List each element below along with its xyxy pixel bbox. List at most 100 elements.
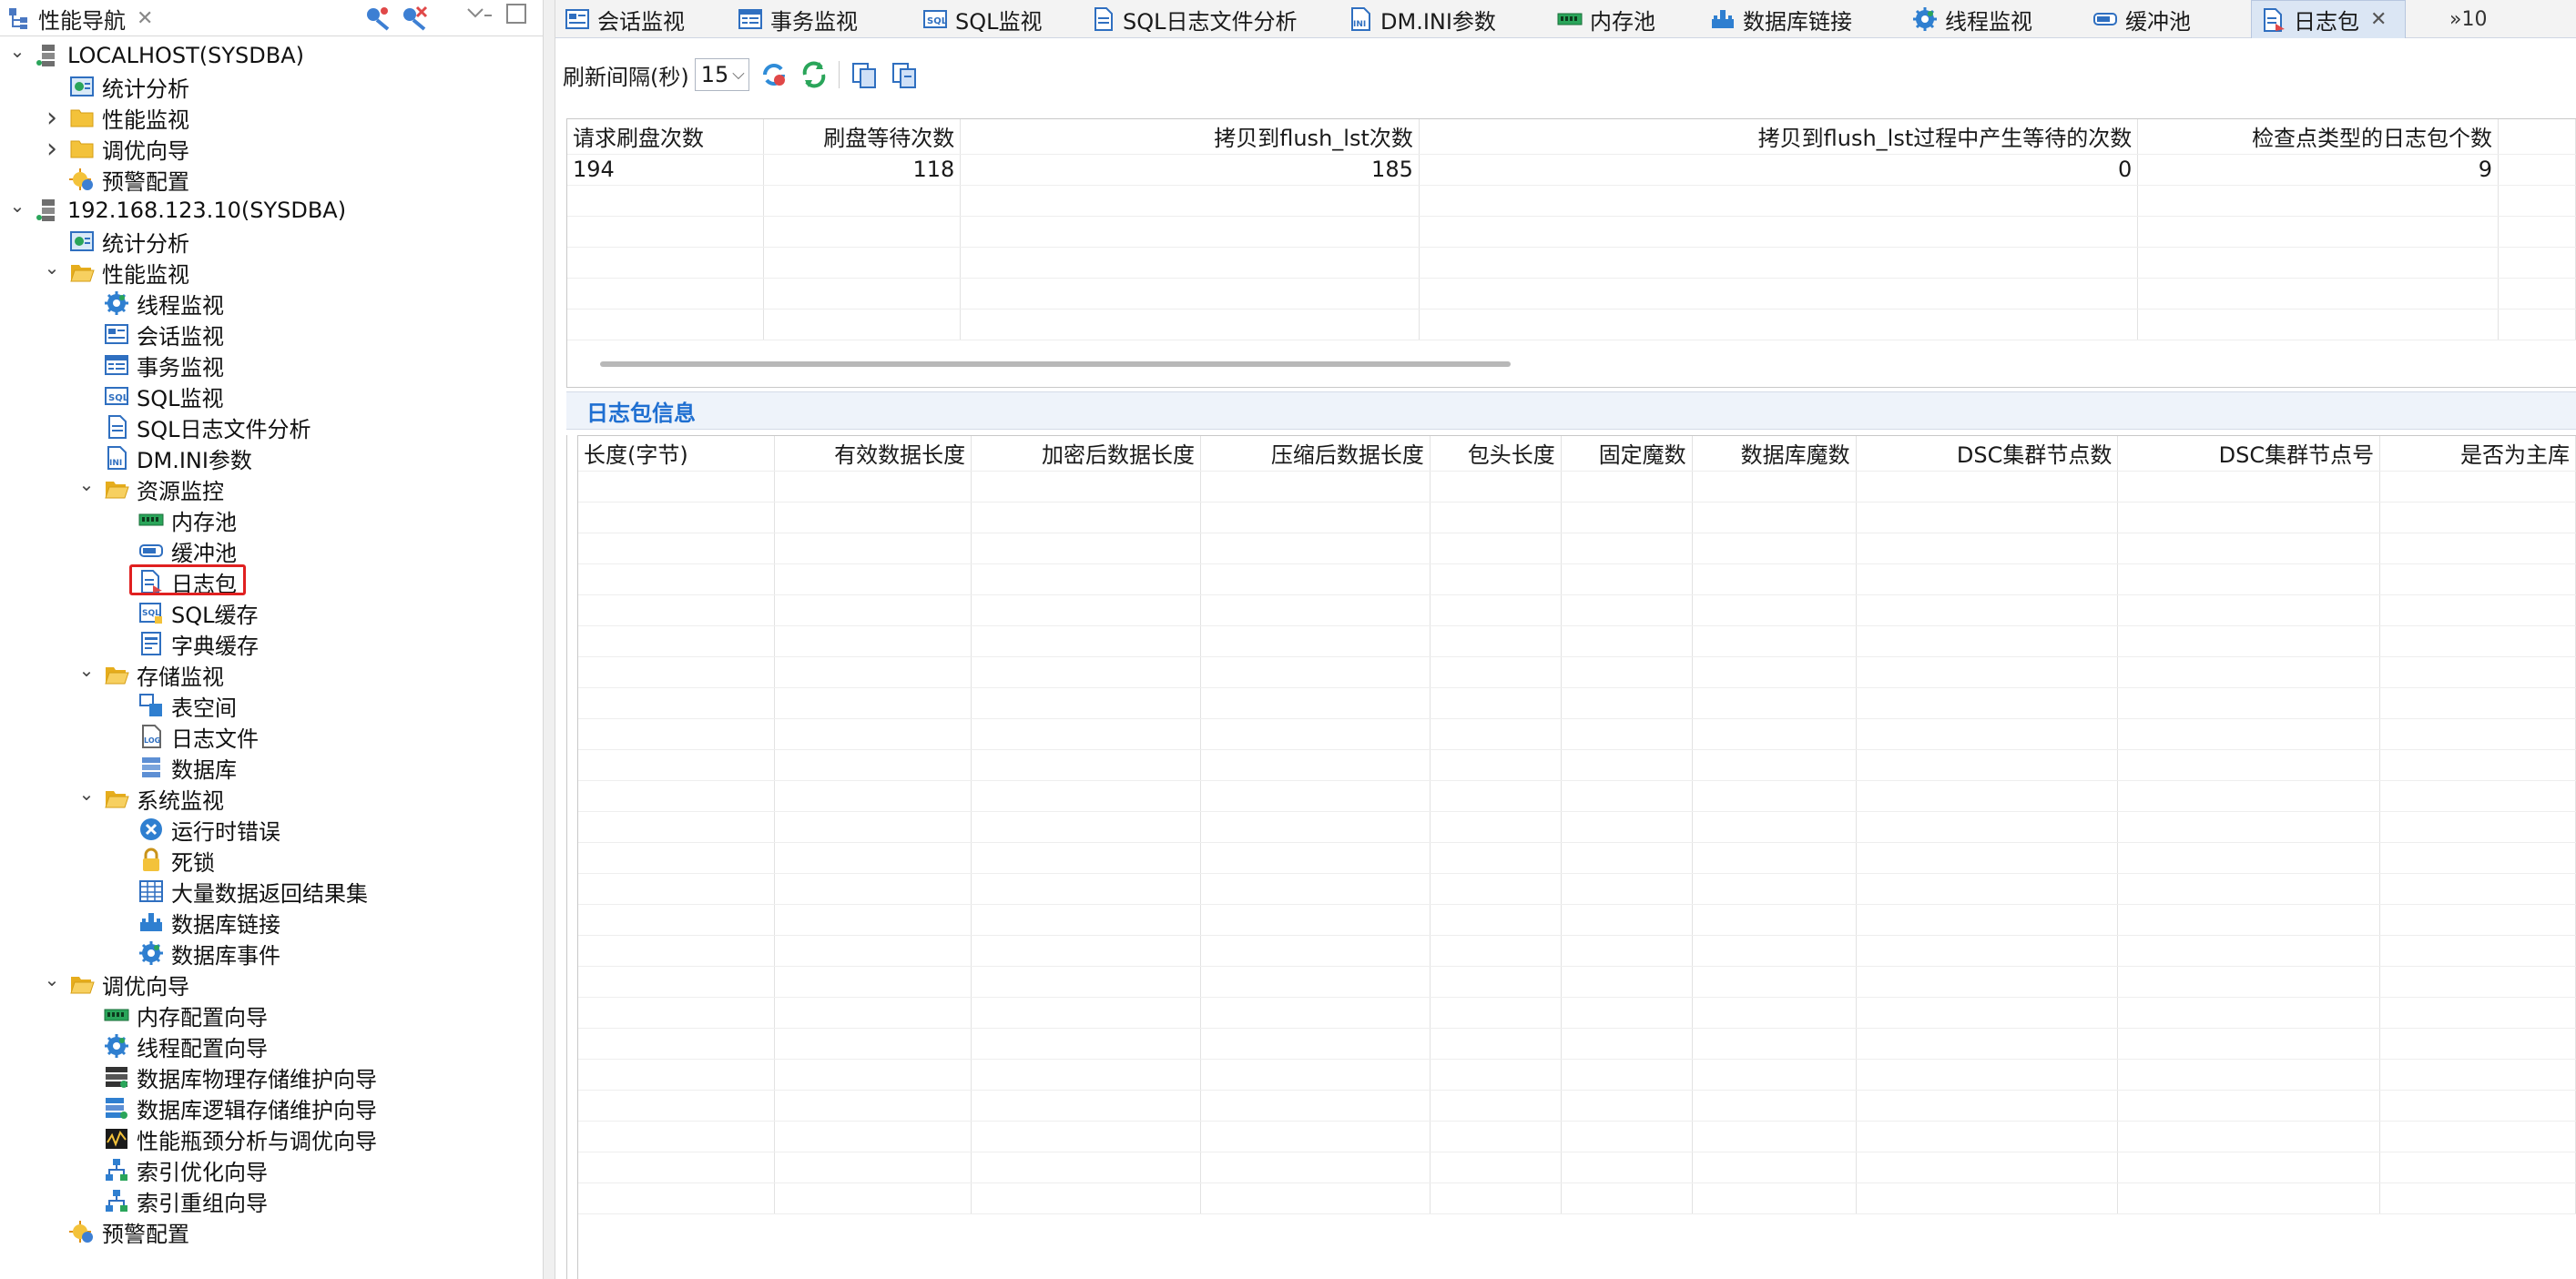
table-cell[interactable]: 185 [960,154,1420,186]
sql-icon: SQL [104,383,129,409]
refresh-button[interactable] [799,59,830,90]
column-header[interactable]: 固定魔数 [1561,436,1693,472]
tree-item[interactable]: ⌄ 资源监控 [76,473,224,504]
tree-item[interactable]: 预警配置 [42,164,189,195]
column-header[interactable]: DSC集群节点号 [2117,436,2381,472]
tree-item[interactable]: 数据库链接 [111,907,280,938]
column-header[interactable]: 拷贝到flush_lst过程中产生等待的次数 [1419,119,2139,155]
tree-item[interactable]: 线程配置向导 [76,1030,268,1061]
tree-item[interactable]: INI DM.INI参数 [76,442,252,473]
column-header[interactable]: 数据库魔数 [1692,436,1857,472]
tree-item[interactable]: ⌄ 系统监视 [76,783,224,814]
column-header[interactable]: 请求刷盘次数 [567,119,765,155]
tree-item[interactable]: ⌄ 调优向导 [42,969,189,1000]
tab-sql[interactable]: SQL SQL监视 [913,0,1068,38]
export-button[interactable] [849,59,880,90]
table-cell[interactable]: 194 [567,154,765,186]
nav-view-tab[interactable]: 性能导航 ✕ [0,0,168,36]
maximize-icon[interactable] [506,4,526,24]
tree-item[interactable]: 内存配置向导 [76,1000,268,1030]
tree-item[interactable]: ⌄ 存储监视 [76,659,224,690]
table-cell[interactable]: 118 [763,154,962,186]
column-header[interactable]: DSC集群节点数 [1856,436,2119,472]
column-header[interactable]: 刷盘等待次数 [763,119,962,155]
tree-item[interactable]: 内存池 [111,504,237,535]
chevron-down-icon[interactable]: ⌄ [76,473,97,495]
tab-sql-log[interactable]: SQL日志文件分析 [1081,0,1327,38]
tree-item[interactable]: › 性能监视 [42,102,189,134]
chevron-down-icon[interactable]: ⌄ [7,195,27,217]
close-icon[interactable]: ✕ [2370,8,2387,31]
nav-header: 性能导航 ✕ [0,0,543,36]
view-menu-icon[interactable] [466,5,492,24]
editor-tab-bar: 会话监视 事务监视 SQL SQL监视 SQL日志文件分析 INI DM.INI参数 内存池 数… [555,0,2576,38]
tree-item[interactable]: SQL SQL监视 [76,381,224,411]
panel-splitter[interactable] [543,0,555,1279]
tab-gear[interactable]: 线程监视 [1903,0,2067,38]
chevron-down-icon[interactable]: ⌄ [76,783,97,805]
close-icon[interactable]: ✕ [137,7,153,30]
column-header[interactable]: 包头长度 [1430,436,1562,472]
tree-item[interactable]: 事务监视 [76,350,224,381]
chevron-right-icon[interactable]: › [42,133,62,165]
tree-item[interactable]: 数据库物理存储维护向导 [76,1061,377,1092]
tree-item[interactable]: 索引重组向导 [76,1185,268,1216]
tab-memory[interactable]: 内存池 [1548,0,1685,38]
tree-item[interactable]: 性能瓶颈分析与调优向导 [76,1123,377,1154]
tab-session[interactable]: 会话监视 [555,0,719,38]
tree-item[interactable]: SQL SQL缓存 [111,597,259,628]
column-header[interactable]: 压缩后数据长度 [1200,436,1431,472]
grid-icon [138,878,164,904]
column-header[interactable]: 加密后数据长度 [971,436,1201,472]
table-cell[interactable]: 0 [1419,154,2139,186]
connect-icon[interactable] [364,4,392,31]
tree-item[interactable]: 字典缓存 [111,628,259,659]
disconnect-icon[interactable] [401,4,428,31]
tree-item[interactable]: 数据库 [111,752,237,783]
tree-item[interactable]: 数据库逻辑存储维护向导 [76,1092,377,1123]
tab-transaction[interactable]: 事务监视 [728,0,900,38]
tree-item[interactable]: 索引优化向导 [76,1154,268,1185]
column-header[interactable]: 长度(字节) [578,436,776,472]
column-header[interactable]: 拷贝到flush_lst次数 [960,119,1420,155]
chevron-down-icon[interactable]: ⌄ [76,659,97,681]
tab-label: 线程监视 [1945,8,2032,35]
tree-item[interactable]: 死锁 [111,845,215,876]
tree-item[interactable]: 统计分析 [42,226,189,257]
tree-item[interactable]: 预警配置 [42,1216,189,1247]
copy-button[interactable] [889,59,920,90]
tree-item[interactable]: 缓冲池 [111,535,237,566]
chevron-down-icon[interactable]: ⌄ [7,40,27,62]
tree-item[interactable]: 运行时错误 [111,814,280,845]
table-cell[interactable]: 9 [2137,154,2500,186]
column-header[interactable]: 检查点类型的日志包个数 [2137,119,2500,155]
table-row[interactable]: 194 118 185 0 9 [567,154,2576,186]
tree-item[interactable]: ⌄ 192.168.123.10(SYSDBA) [7,195,346,226]
tree-item[interactable]: ⌄ LOCALHOST(SYSDBA) [7,40,304,71]
tab-buffer[interactable]: 缓冲池 [2083,0,2236,38]
tree-item[interactable]: LOG 日志文件 [111,721,259,752]
tab-db-link[interactable]: 数据库链接 [1701,0,1890,38]
chevron-down-icon[interactable]: ⌄ [42,257,62,279]
tree-item[interactable]: 会话监视 [76,319,224,350]
selection-highlight [129,564,246,595]
tab-overflow-button[interactable]: »10 [2449,0,2487,38]
chevron-down-icon[interactable]: ⌄ [42,969,62,990]
tab-ini[interactable]: INI DM.INI参数 [1339,0,1534,38]
tree-item[interactable]: 表空间 [111,690,237,721]
tree-item[interactable]: 数据库事件 [111,938,280,969]
tree-item[interactable]: › 调优向导 [42,133,189,165]
tree-item[interactable]: 统计分析 [42,71,189,102]
chevron-right-icon[interactable]: › [42,102,62,134]
horizontal-scrollbar[interactable] [600,361,1511,367]
tree-item[interactable]: ⌄ 性能监视 [42,257,189,288]
refresh-interval-select[interactable]: 15 ⌵ [694,58,749,91]
tree-item[interactable]: 线程监视 [76,288,224,319]
tab-log-package[interactable]: 日志包 ✕ [2251,0,2406,38]
svg-text:SQL: SQL [927,16,948,26]
column-header[interactable]: 有效数据长度 [774,436,972,472]
tree-item[interactable]: 大量数据返回结果集 [111,876,368,907]
auto-refresh-button[interactable] [759,59,789,90]
column-header[interactable]: 是否为主库 [2379,436,2576,472]
tree-item[interactable]: SQL日志文件分析 [76,411,311,442]
